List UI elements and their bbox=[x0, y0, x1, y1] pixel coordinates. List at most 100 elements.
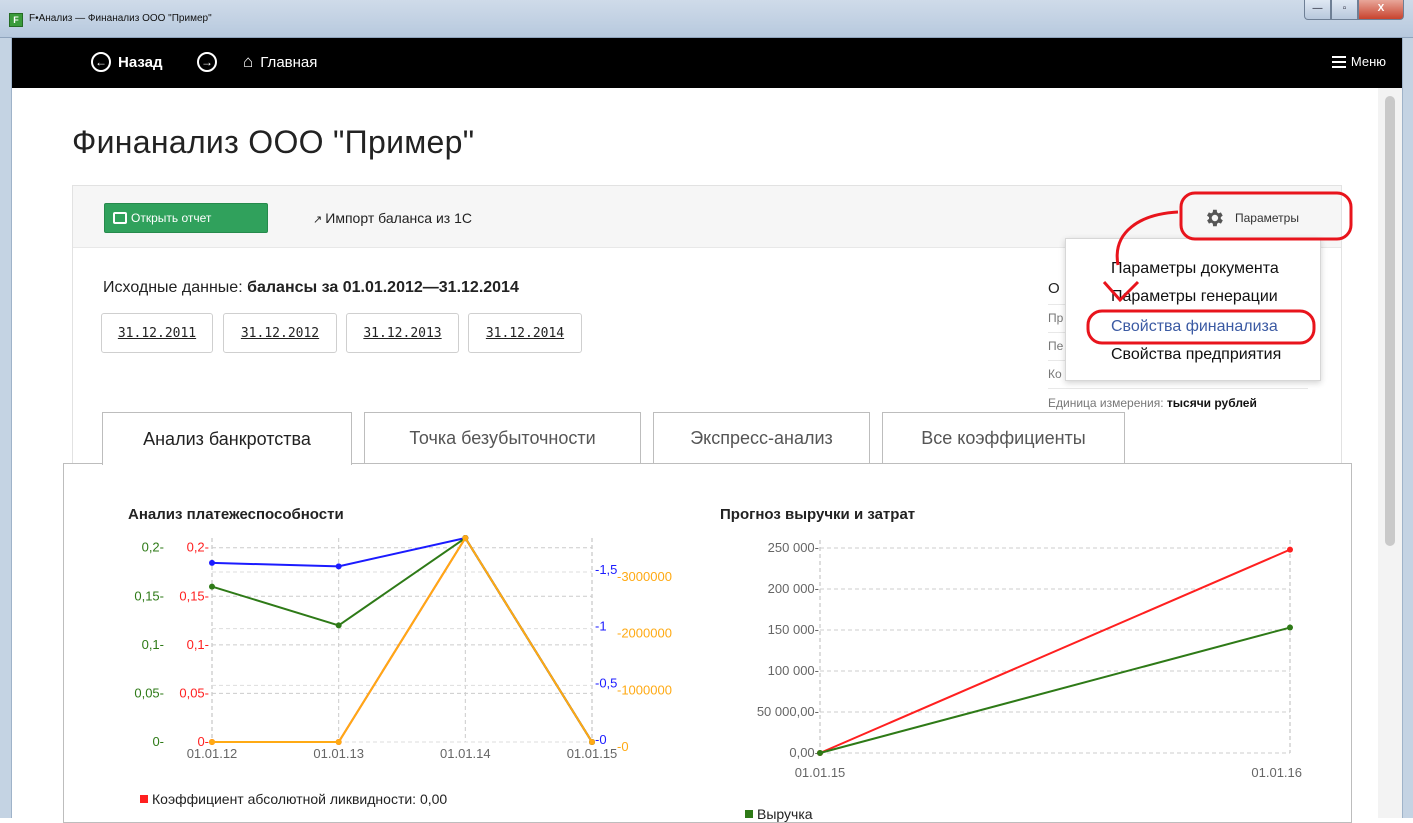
tab-bankruptcy-analysis[interactable]: Анализ банкротства bbox=[102, 412, 352, 465]
series-point bbox=[462, 535, 469, 541]
org-info-heading: О bbox=[1048, 280, 1060, 297]
date-button-2013[interactable]: 31.12.2013 bbox=[346, 313, 459, 353]
menu-item-document-params[interactable]: Параметры документа bbox=[1111, 260, 1279, 278]
back-label: Назад bbox=[118, 53, 163, 71]
y-tick-label-green: 0,15- bbox=[134, 588, 164, 603]
legend-red-swatch bbox=[140, 795, 148, 803]
unit-label: Единица измерения: bbox=[1048, 396, 1164, 410]
series-point bbox=[335, 563, 342, 570]
home-button[interactable]: ⌂ Главная bbox=[243, 52, 317, 72]
home-icon: ⌂ bbox=[243, 52, 254, 71]
y-tick-label-red: 0,05- bbox=[179, 685, 209, 700]
y-tick-label: 100 000- bbox=[768, 663, 819, 678]
x-tick-label: 01.01.14 bbox=[440, 746, 491, 761]
y-tick-label-blue: -1,5 bbox=[595, 562, 617, 577]
y-tick-label-orange: -1000000 bbox=[617, 682, 672, 697]
printer-icon bbox=[113, 212, 127, 224]
series-point bbox=[209, 739, 215, 745]
home-label: Главная bbox=[260, 53, 318, 71]
legend-green-swatch bbox=[745, 810, 753, 818]
open-report-button[interactable]: Открыть отчет bbox=[104, 203, 268, 233]
y-tick-label: 0,00- bbox=[789, 745, 819, 760]
menu-button[interactable]: Меню bbox=[1331, 54, 1386, 69]
vertical-scrollbar[interactable] bbox=[1378, 88, 1402, 818]
series-line bbox=[212, 536, 593, 743]
series-point bbox=[209, 583, 215, 590]
org-info-line-1: Пр bbox=[1048, 311, 1064, 325]
series-point bbox=[209, 559, 215, 566]
series-point bbox=[817, 750, 823, 756]
series-point bbox=[1287, 624, 1293, 631]
back-button[interactable]: ← Назад bbox=[91, 52, 162, 72]
series-point bbox=[589, 739, 595, 745]
hamburger-icon bbox=[1331, 55, 1346, 68]
source-value: балансы за 01.01.2012—31.12.2014 bbox=[247, 279, 519, 296]
series-line bbox=[819, 626, 1291, 754]
unit-value: тысячи рублей bbox=[1166, 396, 1257, 410]
parameters-button[interactable]: Параметры bbox=[1203, 203, 1327, 233]
series-point bbox=[335, 622, 342, 629]
page-title: Финанализ ООО "Пример" bbox=[72, 124, 475, 160]
solvency-chart-title: Анализ платежеспособности bbox=[128, 506, 344, 523]
series-point bbox=[1287, 546, 1293, 553]
tab-express-analysis[interactable]: Экспресс-анализ bbox=[653, 412, 870, 464]
y-tick-label: 150 000- bbox=[768, 622, 819, 637]
forecast-chart-title: Прогноз выручки и затрат bbox=[720, 506, 916, 523]
tab-breakeven-point[interactable]: Точка безубыточности bbox=[364, 412, 641, 464]
window-controls: — ▫ X bbox=[1304, 0, 1404, 22]
parameters-label: Параметры bbox=[1235, 211, 1299, 225]
minimize-button[interactable]: — bbox=[1304, 0, 1331, 20]
forecast-chart: 0,00- 50 000,00- 100 000- 150 000- 200 000- 2… bbox=[757, 540, 1302, 780]
date-button-2014[interactable]: 31.12.2014 bbox=[468, 313, 582, 353]
series-line bbox=[819, 548, 1291, 754]
x-tick-label: 01.01.16 bbox=[1251, 765, 1302, 780]
y-tick-label-green: 0,1- bbox=[142, 637, 164, 652]
x-tick-label: 01.01.13 bbox=[313, 746, 364, 761]
open-report-label: Открыть отчет bbox=[131, 211, 212, 225]
y-tick-label-blue: -1 bbox=[595, 619, 607, 634]
x-tick-label: 01.01.15 bbox=[795, 765, 846, 780]
y-tick-label-orange: -0 bbox=[617, 739, 629, 754]
date-button-2011[interactable]: 31.12.2011 bbox=[101, 313, 213, 353]
legend-label-absolute-liquidity: Коэффициент абсолютной ликвидности: 0,00 bbox=[152, 791, 448, 807]
y-tick-label: 250 000- bbox=[768, 540, 819, 555]
org-info-line-2: Пе bbox=[1048, 339, 1064, 353]
y-tick-label-green: 0,2- bbox=[142, 540, 164, 555]
menu-item-enterprise-properties[interactable]: Свойства предприятия bbox=[1111, 346, 1281, 364]
scrollbar-thumb[interactable] bbox=[1385, 96, 1395, 546]
import-balance-link[interactable]: ↗ Импорт баланса из 1С bbox=[313, 210, 472, 226]
source-label: Исходные данные: bbox=[103, 279, 243, 296]
app-logo-icon: F bbox=[9, 13, 23, 27]
maximize-button[interactable]: ▫ bbox=[1331, 0, 1358, 20]
y-tick-label: 50 000,00- bbox=[757, 704, 819, 719]
menu-label: Меню bbox=[1350, 54, 1386, 69]
menu-item-generation-params[interactable]: Параметры генерации bbox=[1111, 288, 1278, 306]
close-button[interactable]: X bbox=[1358, 0, 1404, 20]
y-tick-label-blue: -0,5 bbox=[595, 675, 617, 690]
y-tick-label-red: 0,2- bbox=[187, 540, 209, 555]
solvency-legend: Коэффициент абсолютной ликвидности: 0,00 bbox=[140, 791, 447, 807]
solvency-chart: 0-0,05-0,1-0,15-0,2-0-0,05-0,1-0,15-0,2-… bbox=[134, 535, 672, 761]
window-right-border bbox=[1402, 38, 1413, 818]
org-info-divider bbox=[1048, 388, 1308, 389]
external-link-icon: ↗ bbox=[313, 214, 326, 226]
legend-label-revenue: Выручка bbox=[757, 806, 813, 822]
tab-all-coefficients[interactable]: Все коэффициенты bbox=[882, 412, 1125, 464]
y-tick-label-green: 0,05- bbox=[134, 685, 164, 700]
unit-of-measure: Единица измерения: тысячи рублей bbox=[1048, 396, 1257, 410]
x-tick-label: 01.01.12 bbox=[187, 746, 238, 761]
date-button-2012[interactable]: 31.12.2012 bbox=[223, 313, 337, 353]
org-info-line-3: Ко bbox=[1048, 367, 1062, 381]
parameters-dropdown: Параметры документа Параметры генерации … bbox=[1065, 238, 1321, 381]
window-left-border bbox=[0, 38, 12, 818]
forecast-legend: Выручка bbox=[745, 806, 813, 822]
y-tick-label-red: 0,15- bbox=[179, 588, 209, 603]
gear-icon bbox=[1207, 209, 1223, 227]
y-tick-label: 200 000- bbox=[768, 581, 819, 596]
forward-button[interactable]: → bbox=[197, 52, 217, 72]
menu-item-finanalysis-properties[interactable]: Свойства финанализа bbox=[1111, 318, 1278, 336]
arrow-right-icon: → bbox=[197, 52, 217, 72]
y-tick-label-red: 0,1- bbox=[187, 637, 209, 652]
import-balance-label: Импорт баланса из 1С bbox=[325, 210, 472, 226]
y-tick-label-orange: -3000000 bbox=[617, 569, 672, 584]
